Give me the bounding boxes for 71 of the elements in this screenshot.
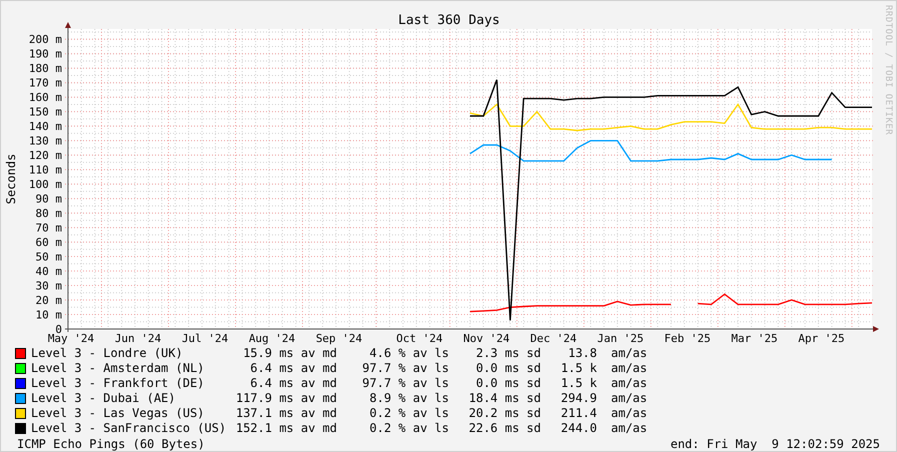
y-tick-label: 50 m: [36, 250, 62, 264]
y-tick-label: 170 m: [28, 76, 62, 90]
y-tick-label: 40 m: [36, 265, 62, 278]
legend-name: Level 3 - Frankfort (DE): [30, 376, 206, 392]
sd-value: 22.6 ms sd: [468, 421, 541, 436]
x-tick-label: Feb '25: [664, 332, 711, 345]
loss-value: 97.7 % av ls: [361, 376, 449, 392]
loss-value: 97.7 % av ls: [361, 361, 449, 376]
loss-value: 0.2 % av ls: [368, 406, 449, 422]
ratio-unit: am/as: [610, 406, 648, 422]
y-tick-label: 140 m: [28, 120, 62, 134]
y-tick-label: 180 m: [28, 62, 62, 76]
sd-value: 20.2 ms sd: [468, 406, 541, 422]
sd-value: 0.0 ms sd: [474, 376, 541, 392]
x-tick-label: Jun '24: [114, 332, 162, 345]
ratio-value: 294.9: [560, 391, 597, 406]
ratio-value: 1.5 k: [560, 376, 597, 392]
ratio-unit: am/as: [610, 376, 648, 392]
x-tick-label: Oct '24: [396, 332, 443, 345]
y-tick-label: 20 m: [36, 294, 62, 308]
x-tick-label: Aug '24: [248, 332, 296, 345]
loss-value: 4.6 % av ls: [368, 346, 449, 362]
loss-value: 0.2 % av ls: [368, 421, 449, 436]
chart-title: Last 360 Days: [398, 13, 500, 28]
x-tick-label: Mar '25: [731, 332, 778, 345]
legend-name: Level 3 - Amsterdam (NL): [30, 361, 206, 376]
y-tick-label: 130 m: [28, 134, 62, 148]
x-tick-label: Jan '25: [597, 332, 644, 345]
ratio-unit: am/as: [610, 346, 648, 362]
y-tick-label: 200 m: [28, 33, 62, 46]
y-tick-label: 30 m: [36, 280, 62, 293]
x-tick-label: Nov '24: [463, 332, 510, 345]
legend-name: Level 3 - Dubai (AE): [30, 391, 176, 406]
y-tick-label: 60 m: [36, 236, 62, 250]
loss-value: 8.9 % av ls: [368, 391, 449, 406]
x-tick-label: Jul '24: [182, 332, 228, 345]
y-axis-label: Seconds: [4, 154, 18, 204]
x-tick-label: Apr '25: [798, 332, 845, 345]
legend-name: Level 3 - SanFrancisco (US): [30, 421, 228, 436]
median-value: 137.1 ms av md: [234, 406, 337, 422]
ratio-value: 211.4: [560, 406, 597, 422]
y-tick-label: 160 m: [28, 91, 62, 104]
median-value: 15.9 ms av md: [242, 346, 337, 362]
y-tick-label: 150 m: [28, 106, 62, 119]
ratio-value: 13.8: [567, 346, 597, 362]
y-tick-label: 90 m: [36, 192, 62, 206]
y-tick-label: 10 m: [36, 308, 62, 322]
sd-value: 0.0 ms sd: [474, 361, 541, 376]
y-tick-label: 110 m: [28, 164, 62, 177]
ratio-unit: am/as: [610, 421, 648, 436]
end-time: end: Fri May 9 12:02:59 2025: [670, 436, 880, 451]
median-value: 117.9 ms av md: [234, 391, 337, 406]
ratio-unit: am/as: [610, 361, 648, 376]
median-value: 152.1 ms av md: [234, 421, 337, 436]
ratio-value: 244.0: [560, 421, 597, 436]
x-tick-label: Dec '24: [530, 332, 577, 345]
sd-value: 18.4 ms sd: [468, 391, 541, 406]
y-tick-label: 80 m: [36, 207, 62, 220]
sd-value: 2.3 ms sd: [474, 346, 541, 362]
ratio-unit: am/as: [610, 391, 648, 406]
ratio-value: 1.5 k: [560, 361, 597, 376]
y-tick-label: 100 m: [28, 178, 62, 192]
legend-name: Level 3 - Las Vegas (US): [30, 406, 206, 422]
x-tick-label: Sep '24: [316, 332, 362, 345]
y-tick-label: 120 m: [28, 149, 62, 162]
probe-text: ICMP Echo Pings (60 Bytes): [17, 436, 205, 451]
y-tick-label: 70 m: [36, 222, 62, 235]
legend-name: Level 3 - Londre (UK): [30, 346, 184, 362]
median-value: 6.4 ms av md: [249, 376, 337, 392]
median-value: 6.4 ms av md: [249, 361, 337, 376]
y-tick-label: 190 m: [28, 48, 62, 61]
